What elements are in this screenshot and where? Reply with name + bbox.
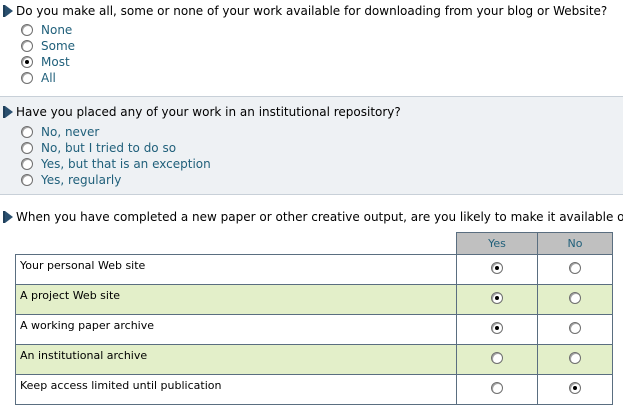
table-row: A project Web site (15, 284, 613, 315)
question-3-section: When you have completed a new paper or o… (0, 195, 623, 413)
table-row: Keep access limited until publication (15, 374, 613, 405)
cell-yes[interactable] (456, 314, 538, 345)
radio-button[interactable] (491, 322, 503, 334)
radio-button[interactable] (491, 382, 503, 394)
radio-button[interactable] (21, 24, 33, 36)
cell-no[interactable] (537, 374, 613, 405)
radio-button[interactable] (21, 158, 33, 170)
question-3: When you have completed a new paper or o… (3, 209, 623, 225)
question-1-options: None Some Most All (21, 22, 75, 86)
radio-button[interactable] (21, 174, 33, 186)
availability-matrix: Yes No Your personal Web site A project … (15, 232, 613, 405)
radio-button[interactable] (21, 72, 33, 84)
cell-yes[interactable] (456, 374, 538, 405)
radio-button[interactable] (21, 56, 33, 68)
radio-button[interactable] (21, 126, 33, 138)
question-2: Have you placed any of your work in an i… (3, 104, 401, 120)
q2-option-yes-regularly[interactable]: Yes, regularly (21, 172, 211, 188)
table-row: A working paper archive (15, 314, 613, 345)
row-label: A working paper archive (15, 314, 457, 345)
row-label: A project Web site (15, 284, 457, 315)
question-1-section: Do you make all, some or none of your wo… (0, 0, 623, 97)
cell-no[interactable] (537, 254, 613, 285)
cell-yes[interactable] (456, 254, 538, 285)
arrow-icon (3, 106, 13, 118)
cell-no[interactable] (537, 284, 613, 315)
question-2-options: No, never No, but I tried to do so Yes, … (21, 124, 211, 188)
q1-option-none[interactable]: None (21, 22, 75, 38)
cell-yes[interactable] (456, 284, 538, 315)
row-label: An institutional archive (15, 344, 457, 375)
q1-option-most[interactable]: Most (21, 54, 75, 70)
radio-button[interactable] (569, 262, 581, 274)
question-1-text: Do you make all, some or none of your wo… (16, 4, 608, 18)
radio-button[interactable] (569, 352, 581, 364)
q1-option-all[interactable]: All (21, 70, 75, 86)
question-2-section: Have you placed any of your work in an i… (0, 97, 623, 195)
radio-button[interactable] (21, 40, 33, 52)
radio-button[interactable] (21, 142, 33, 154)
cell-yes[interactable] (456, 344, 538, 375)
row-label: Your personal Web site (15, 254, 457, 285)
column-header-no: No (537, 232, 613, 255)
table-row: Your personal Web site (15, 254, 613, 285)
arrow-icon (3, 5, 13, 17)
cell-no[interactable] (537, 314, 613, 345)
arrow-icon (3, 211, 13, 223)
radio-button[interactable] (491, 262, 503, 274)
question-2-text: Have you placed any of your work in an i… (16, 105, 401, 119)
row-label: Keep access limited until publication (15, 374, 457, 405)
radio-button[interactable] (569, 382, 581, 394)
cell-no[interactable] (537, 344, 613, 375)
q2-option-no-never[interactable]: No, never (21, 124, 211, 140)
radio-button[interactable] (491, 292, 503, 304)
table-row: An institutional archive (15, 344, 613, 375)
q2-option-yes-exception[interactable]: Yes, but that is an exception (21, 156, 211, 172)
matrix-header-row: Yes No (16, 232, 613, 255)
q2-option-no-tried[interactable]: No, but I tried to do so (21, 140, 211, 156)
question-3-text: When you have completed a new paper or o… (16, 210, 623, 224)
radio-button[interactable] (569, 322, 581, 334)
radio-button[interactable] (491, 352, 503, 364)
radio-button[interactable] (569, 292, 581, 304)
matrix-corner (16, 233, 457, 255)
column-header-yes: Yes (456, 232, 538, 255)
q1-option-some[interactable]: Some (21, 38, 75, 54)
question-1: Do you make all, some or none of your wo… (3, 3, 607, 19)
